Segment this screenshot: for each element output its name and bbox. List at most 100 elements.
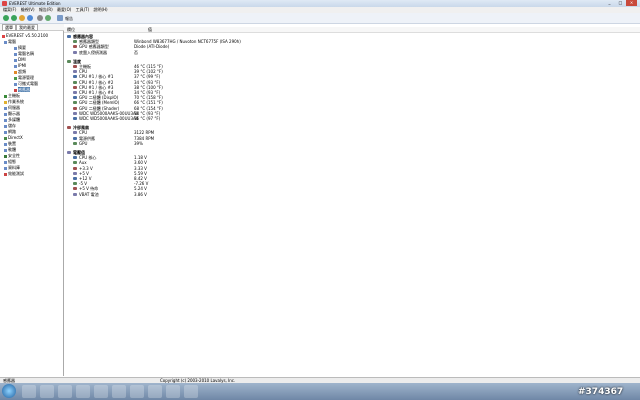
- tree-item[interactable]: 資料庫: [4, 165, 20, 170]
- tree-item[interactable]: 網路: [4, 129, 16, 134]
- sensor-icon: [73, 141, 77, 145]
- tree-item[interactable]: 作業系統: [4, 99, 24, 104]
- column-value[interactable]: 值: [148, 27, 152, 32]
- sensor-icon: [73, 177, 77, 180]
- tree-item[interactable]: 可攜式電腦: [14, 81, 38, 86]
- info-icon: [14, 64, 17, 68]
- ie-icon[interactable]: [22, 385, 36, 398]
- sensor-icon: [73, 117, 77, 120]
- tree-item[interactable]: 多媒體: [4, 117, 20, 122]
- toolbar: 報告: [0, 13, 640, 24]
- sensor-icon: [73, 111, 77, 115]
- os-icon: [4, 100, 7, 104]
- navigation-tree: EVEREST v5.50.2100 電腦 摘要 電腦名稱 DMI IPMI 超…: [0, 31, 64, 376]
- tree-item[interactable]: 電腦: [4, 39, 16, 44]
- security-icon: [4, 154, 7, 158]
- tree-item[interactable]: 摘要: [14, 45, 26, 50]
- app-icon[interactable]: [76, 385, 90, 398]
- info-icon: [14, 58, 17, 62]
- tree-item[interactable]: 軟體: [4, 147, 16, 152]
- media-icon[interactable]: [58, 385, 72, 398]
- info-icon: [14, 46, 17, 50]
- user-icon[interactable]: [37, 15, 43, 21]
- tree-item[interactable]: 主機板: [4, 93, 20, 98]
- display-icon: [4, 112, 7, 116]
- sensor-icon: [73, 75, 77, 79]
- tree-item[interactable]: 安全性: [4, 153, 20, 158]
- tree-item[interactable]: 效能測試: [4, 171, 24, 176]
- app-icon[interactable]: [94, 385, 108, 398]
- network-icon: [4, 130, 7, 134]
- start-button[interactable]: [2, 384, 16, 398]
- app-icon: [2, 1, 7, 6]
- config-icon: [4, 160, 7, 164]
- sensor-icon: [73, 45, 77, 49]
- sensor-icon: [73, 136, 77, 140]
- tree-item[interactable]: 組態: [4, 159, 16, 164]
- app-icon[interactable]: [130, 385, 144, 398]
- folder-icon[interactable]: [40, 385, 54, 398]
- sensor-icon: [73, 70, 77, 74]
- sensor-icon: [73, 171, 77, 175]
- app-window: EVEREST Ultimate Edition _ □ × 檔案(F) 檢視(…: [0, 0, 640, 384]
- up-icon[interactable]: [19, 15, 25, 21]
- sensor-icon: [14, 88, 17, 92]
- column-field[interactable]: 欄位: [67, 27, 75, 32]
- tree-item-sensor[interactable]: 感應器: [14, 87, 30, 92]
- report-button-label[interactable]: 報告: [65, 16, 73, 22]
- tree-item[interactable]: DMI: [14, 57, 26, 62]
- sensor-icon: [73, 161, 77, 165]
- field-value: 否: [134, 49, 138, 55]
- sensor-icon: [73, 85, 77, 89]
- report-icon[interactable]: [57, 15, 63, 21]
- app-icon[interactable]: [112, 385, 126, 398]
- chart-icon[interactable]: [45, 15, 51, 21]
- sensor-icon: [73, 131, 77, 135]
- laptop-icon: [14, 82, 17, 86]
- tree-item[interactable]: 儲存: [4, 123, 16, 128]
- tab-favorites[interactable]: 我的最愛: [16, 24, 38, 31]
- tree-item[interactable]: 超頻: [14, 69, 26, 74]
- tree-item[interactable]: 電源管理: [14, 75, 34, 80]
- tree-item[interactable]: IPMI: [14, 63, 26, 68]
- section-icon: [67, 59, 71, 63]
- sensor-icon: [73, 96, 77, 100]
- sensor-icon: [73, 101, 77, 105]
- close-button[interactable]: ×: [626, 0, 637, 6]
- tree-item[interactable]: DirectX: [4, 135, 23, 140]
- app-icon[interactable]: [166, 385, 180, 398]
- tree-item[interactable]: EVEREST v5.50.2100: [2, 33, 48, 38]
- benchmark-icon: [4, 172, 7, 176]
- section-icon: [67, 35, 71, 38]
- refresh-icon[interactable]: [27, 15, 33, 21]
- back-icon[interactable]: [3, 15, 9, 21]
- field-value: 3.86 V: [134, 191, 147, 197]
- field-label: GPU: [79, 140, 88, 146]
- sensor-icon: [73, 182, 77, 186]
- sensor-icon: [73, 187, 77, 191]
- motherboard-icon: [4, 94, 7, 98]
- server-icon: [4, 106, 7, 110]
- field-label: VBAT 電池: [79, 191, 99, 197]
- tab-menu[interactable]: 選單: [2, 24, 16, 31]
- tree-item[interactable]: 顯示器: [4, 111, 20, 116]
- watermark: #374367: [578, 387, 624, 397]
- sensor-icon: [73, 106, 77, 110]
- app-icon[interactable]: [184, 385, 198, 398]
- device-icon: [4, 142, 7, 146]
- title-bar: EVEREST Ultimate Edition _ □ ×: [0, 0, 640, 7]
- field-value: Diode (ATI-Diode): [134, 44, 170, 50]
- info-icon: [14, 52, 17, 56]
- minimize-button[interactable]: _: [604, 0, 615, 6]
- tree-item[interactable]: 電腦名稱: [14, 51, 34, 56]
- maximize-button[interactable]: □: [615, 0, 626, 6]
- app-icon[interactable]: [148, 385, 162, 398]
- field-value: 36 °C (97 °F): [134, 116, 161, 121]
- multimedia-icon: [4, 118, 7, 122]
- tree-item[interactable]: 伺服器: [4, 105, 20, 110]
- forward-icon[interactable]: [11, 15, 17, 21]
- software-icon: [4, 148, 7, 152]
- tree-item[interactable]: 裝置: [4, 141, 16, 146]
- database-icon: [4, 166, 7, 170]
- field-label: WDC WD5000AAKS-00UU3A0: [79, 116, 139, 121]
